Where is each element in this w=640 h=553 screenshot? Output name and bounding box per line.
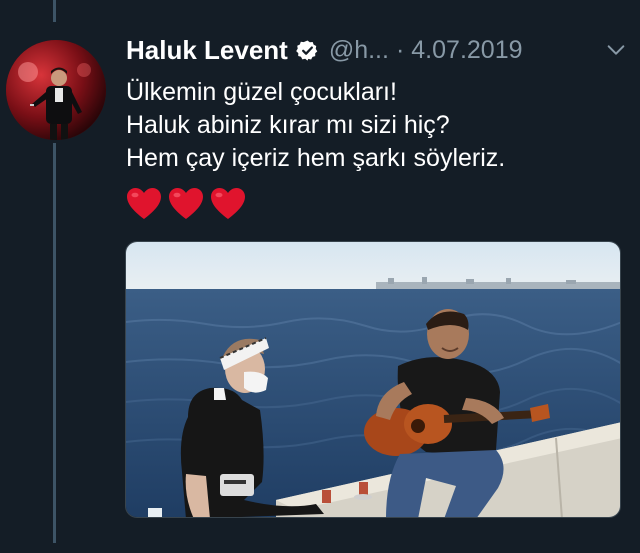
tweet-text: Ülkemin güzel çocukları! Haluk abiniz kı… — [126, 76, 631, 175]
photo-scene — [126, 242, 620, 517]
emoji-row — [126, 187, 246, 225]
verified-badge-icon — [296, 39, 319, 62]
red-heart-icon — [127, 188, 161, 219]
user-handle[interactable]: @h... — [329, 36, 389, 65]
tweet-header: Haluk Levent @h... · 4.07.2019 — [126, 30, 631, 70]
red-heart-icon — [211, 188, 245, 219]
display-name[interactable]: Haluk Levent — [126, 35, 288, 66]
tweet-text-line: Ülkemin güzel çocukları! — [126, 78, 397, 106]
avatar-image — [6, 40, 106, 140]
tweet-photo[interactable] — [125, 241, 621, 518]
tweet-date[interactable]: 4.07.2019 — [411, 36, 522, 65]
chevron-down-icon[interactable] — [605, 39, 631, 61]
tweet-text-line: Haluk abiniz kırar mı sizi hiç? — [126, 111, 450, 139]
separator-dot: · — [395, 35, 405, 64]
avatar[interactable] — [6, 40, 106, 140]
thread-line-top — [53, 0, 56, 22]
tweet-text-line: Hem çay içeriz hem şarkı söyleriz. — [126, 144, 506, 172]
thread-line-bottom — [53, 143, 56, 543]
red-heart-icon — [169, 188, 203, 219]
